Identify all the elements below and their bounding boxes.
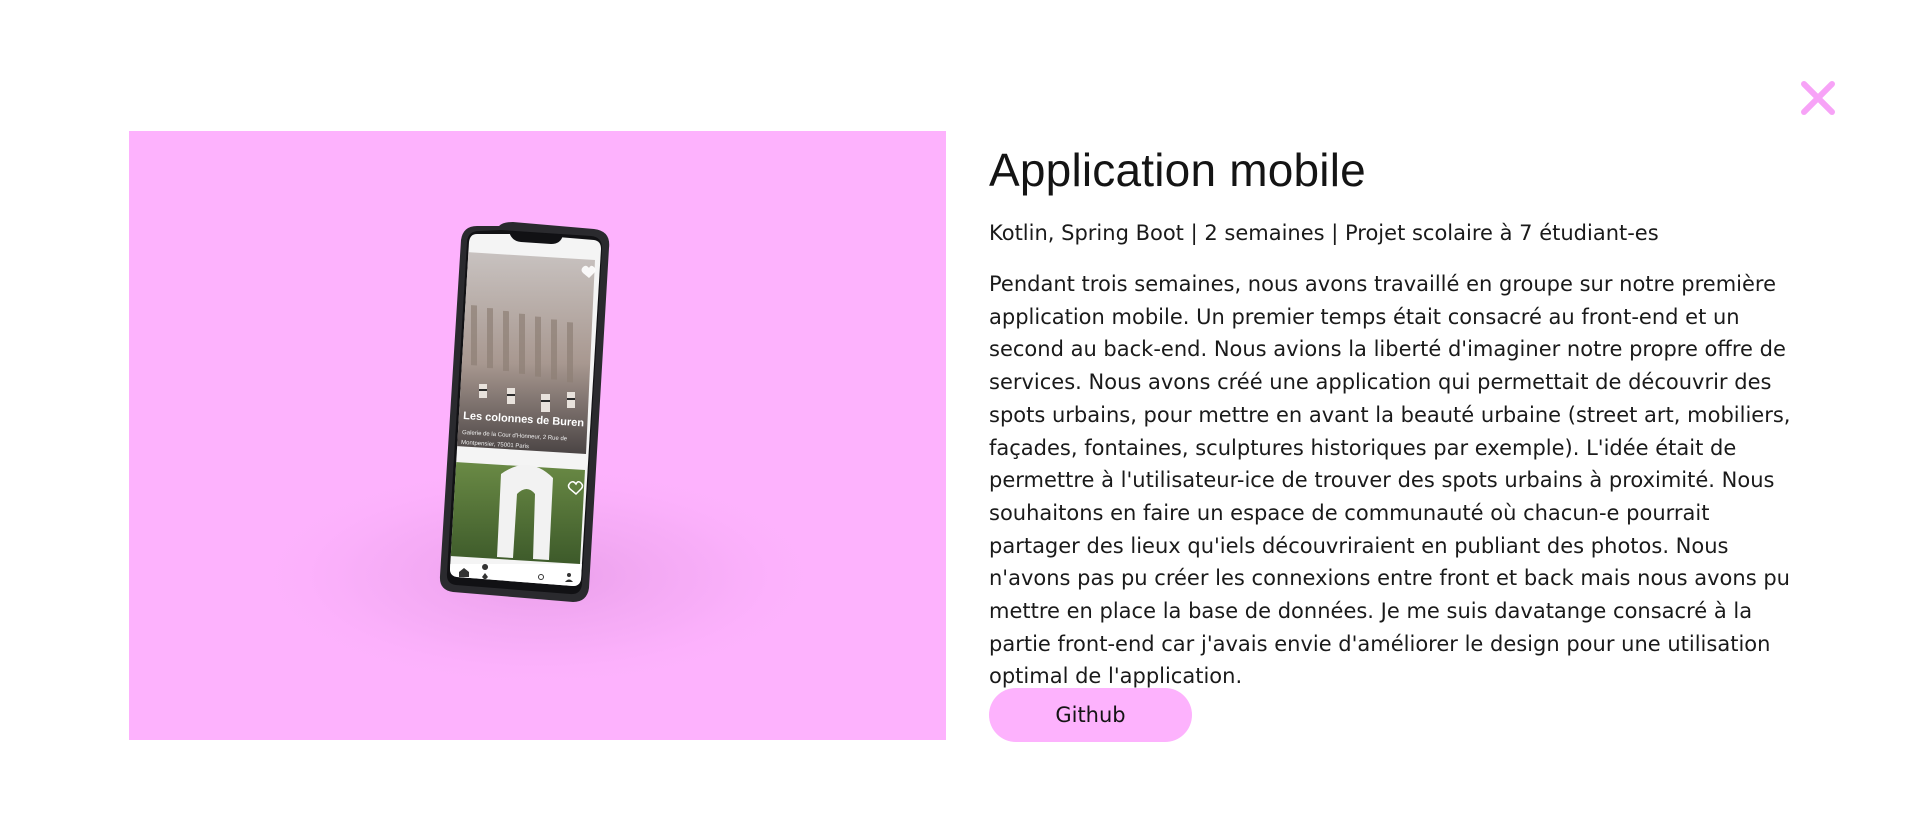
project-meta: Kotlin, Spring Boot | 2 semaines | Proje… [989,221,1659,245]
github-button[interactable]: Github [989,688,1192,742]
project-description: Pendant trois semaines, nous avons trava… [989,272,1791,689]
project-modal: Les colonnes de Buren Galerie de la Cour… [0,0,1906,817]
close-button[interactable] [1796,76,1840,120]
user-icon[interactable] [567,573,571,577]
project-image: Les colonnes de Buren Galerie de la Cour… [129,131,946,740]
phone-mockup: Les colonnes de Buren Galerie de la Cour… [249,222,829,691]
project-info: Application mobile Kotlin, Spring Boot |… [989,140,1809,693]
close-icon [1801,81,1835,115]
phone-device: Les colonnes de Buren Galerie de la Cour… [439,222,610,602]
project-title: Application mobile [989,144,1366,196]
